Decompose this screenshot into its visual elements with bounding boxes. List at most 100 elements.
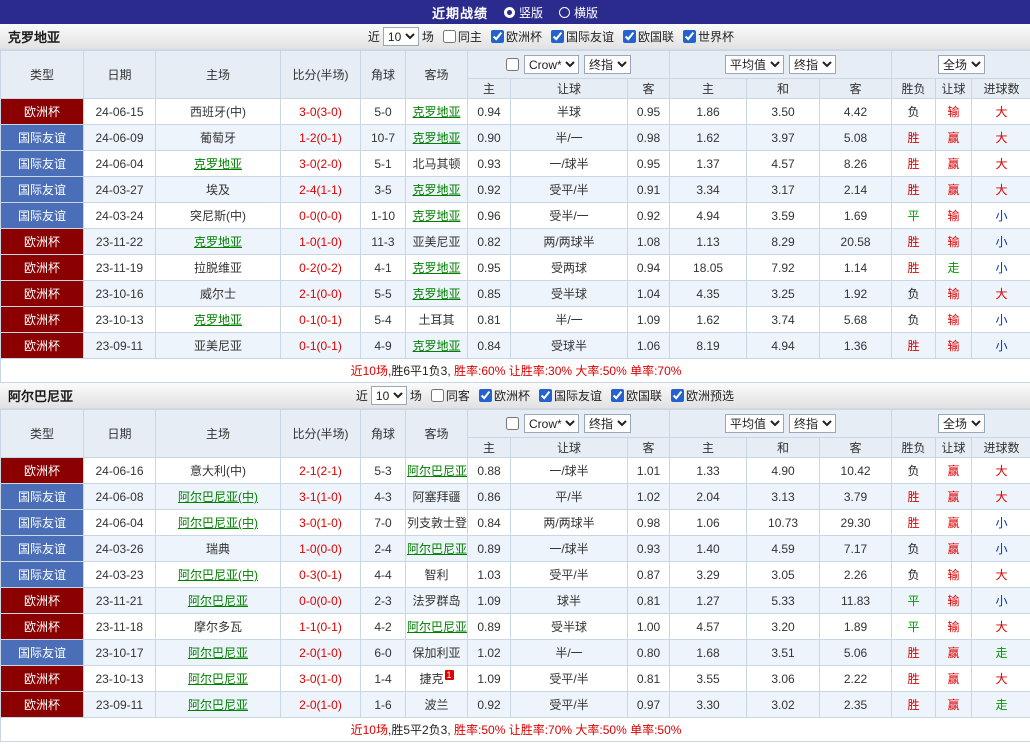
focus-team-link[interactable]: 克罗地亚 xyxy=(412,287,460,301)
result-goals: 大 xyxy=(971,98,1030,125)
matches-table: 类型 日期 主场 比分(半场) 角球 客场 Crow* 终指 平均值 终指 全场… xyxy=(0,50,1030,383)
focus-team-link[interactable]: 阿尔巴尼亚 xyxy=(407,464,467,478)
team-name: 波兰 xyxy=(424,698,449,712)
same-venue-filter[interactable]: 同客 xyxy=(430,387,470,404)
focus-team-link[interactable]: 阿尔巴尼亚 xyxy=(188,594,248,608)
competition-checkbox[interactable] xyxy=(550,30,564,43)
match-row: 欧洲杯 23-09-11 阿尔巴尼亚 2-0(1-0) 1-6 波兰 0.92 受平/半 0.9… xyxy=(0,691,1030,718)
focus-team-link[interactable]: 克罗地亚 xyxy=(412,339,460,353)
bookmaker-select[interactable]: Crow* xyxy=(524,414,580,433)
focus-team-link[interactable]: 阿尔巴尼亚(中) xyxy=(178,490,258,504)
competition-checkbox[interactable] xyxy=(610,389,624,402)
focus-team-link[interactable]: 阿尔巴尼亚(中) xyxy=(178,568,258,582)
final-odds-select[interactable]: 终指 xyxy=(584,55,632,74)
competition-checkbox[interactable] xyxy=(622,30,636,43)
average-odds-select[interactable]: 平均值 xyxy=(725,414,785,433)
competition-filter-3[interactable]: 欧洲预选 xyxy=(670,387,734,404)
recent-count-select[interactable]: 10 xyxy=(370,386,407,405)
same-venue-filter[interactable]: 同主 xyxy=(442,28,482,45)
final-odds-select-2[interactable]: 终指 xyxy=(789,55,837,74)
avg-home-odds: 4.57 xyxy=(669,613,748,640)
fulltime-select[interactable]: 全场 xyxy=(938,414,986,433)
home-team-cell: 意大利(中) xyxy=(155,457,281,484)
result-goals: 小 xyxy=(971,332,1030,359)
avg-away-odds: 1.69 xyxy=(819,202,893,229)
competition-filter-2[interactable]: 欧国联 xyxy=(622,28,674,45)
page-title: 近期战绩 xyxy=(431,5,488,21)
focus-team-link[interactable]: 克罗地亚 xyxy=(194,235,242,249)
final-odds-select-2[interactable]: 终指 xyxy=(789,414,837,433)
focus-team-link[interactable]: 克罗地亚 xyxy=(412,131,460,145)
match-date: 24-03-26 xyxy=(83,535,156,562)
average-odds-select[interactable]: 平均值 xyxy=(725,55,785,74)
sub-col-avg-home: 主 xyxy=(669,78,748,99)
result-winloss: 胜 xyxy=(891,509,937,536)
result-winloss: 负 xyxy=(891,98,937,125)
corners-cell: 4-3 xyxy=(360,483,406,510)
away-team-cell: 保加利亚 xyxy=(405,639,468,666)
bookmaker-select[interactable]: Crow* xyxy=(524,55,580,74)
competition-filter-3[interactable]: 世界杯 xyxy=(682,28,734,45)
competition-filter-2[interactable]: 欧国联 xyxy=(610,387,662,404)
competition-checkbox[interactable] xyxy=(478,389,492,402)
competition-filter-0[interactable]: 欧洲杯 xyxy=(490,28,542,45)
layout-horizontal-radio[interactable]: 横版 xyxy=(559,4,598,21)
competition-type: 国际友谊 xyxy=(0,124,84,151)
recent-count-select[interactable]: 10 xyxy=(382,27,419,46)
avg-draw-odds: 3.05 xyxy=(746,561,821,588)
bookmaker-odds-checkbox[interactable] xyxy=(506,417,520,430)
competition-filter-0[interactable]: 欧洲杯 xyxy=(478,387,530,404)
handicap-away-odds: 1.01 xyxy=(626,457,671,484)
focus-team-link[interactable]: 阿尔巴尼亚 xyxy=(188,698,248,712)
col-score: 比分(半场) xyxy=(280,409,361,458)
focus-team-link[interactable]: 克罗地亚 xyxy=(194,313,242,327)
competition-checkbox[interactable] xyxy=(490,30,504,43)
same-away-checkbox[interactable] xyxy=(430,389,444,402)
fulltime-select[interactable]: 全场 xyxy=(938,55,986,74)
col-type: 类型 xyxy=(0,50,84,99)
focus-team-link[interactable]: 阿尔巴尼亚 xyxy=(407,620,467,634)
result-handicap: 走 xyxy=(935,254,973,281)
result-handicap: 赢 xyxy=(935,124,973,151)
result-goals: 大 xyxy=(971,124,1030,151)
focus-team-link[interactable]: 阿尔巴尼亚 xyxy=(188,672,248,686)
competition-type: 欧洲杯 xyxy=(0,457,84,484)
competition-filter-1[interactable]: 国际友谊 xyxy=(538,387,602,404)
sub-col-winloss: 胜负 xyxy=(891,437,937,458)
result-handicap: 赢 xyxy=(935,535,973,562)
result-goals: 小 xyxy=(971,254,1030,281)
competition-checkbox[interactable] xyxy=(682,30,696,43)
final-odds-select[interactable]: 终指 xyxy=(584,414,632,433)
match-date: 24-06-04 xyxy=(83,509,156,536)
away-team-cell: 克罗地亚 xyxy=(405,98,468,125)
avg-home-odds: 4.35 xyxy=(669,280,748,307)
score-cell: 0-2(0-2) xyxy=(280,254,361,281)
home-team-cell: 阿尔巴尼亚 xyxy=(155,639,281,666)
focus-team-link[interactable]: 阿尔巴尼亚 xyxy=(407,542,467,556)
sub-col-away-odds: 客 xyxy=(626,78,671,99)
competition-checkbox[interactable] xyxy=(670,389,684,402)
result-winloss: 胜 xyxy=(891,176,937,203)
bookmaker-odds-checkbox[interactable] xyxy=(506,58,520,71)
same-home-checkbox[interactable] xyxy=(442,30,456,43)
focus-team-link[interactable]: 克罗地亚 xyxy=(194,157,242,171)
match-row: 欧洲杯 23-11-18 摩尔多瓦 1-1(0-1) 4-2 阿尔巴尼亚 0.89 受半球 1.… xyxy=(0,613,1030,640)
handicap-home-odds: 0.88 xyxy=(467,457,511,484)
focus-team-link[interactable]: 阿尔巴尼亚 xyxy=(188,646,248,660)
handicap-home-odds: 0.81 xyxy=(467,306,511,333)
match-date: 23-10-13 xyxy=(83,306,156,333)
avg-away-odds: 2.14 xyxy=(819,176,893,203)
layout-vertical-radio[interactable]: 竖版 xyxy=(503,4,543,21)
away-team-cell: 阿尔巴尼亚 xyxy=(405,613,468,640)
summary-row: 近10场,胜6平1负3, 胜率:60% 让胜率:30% 大率:50% 单率:70… xyxy=(0,358,1030,383)
focus-team-link[interactable]: 克罗地亚 xyxy=(412,183,460,197)
competition-checkbox[interactable] xyxy=(538,389,552,402)
avg-home-odds: 3.34 xyxy=(669,176,748,203)
focus-team-link[interactable]: 阿尔巴尼亚(中) xyxy=(178,516,258,530)
summary-segment: 大率:50% xyxy=(572,364,627,378)
focus-team-link[interactable]: 克罗地亚 xyxy=(412,209,460,223)
match-date: 23-11-19 xyxy=(83,254,156,281)
focus-team-link[interactable]: 克罗地亚 xyxy=(412,261,460,275)
focus-team-link[interactable]: 克罗地亚 xyxy=(412,105,460,119)
competition-filter-1[interactable]: 国际友谊 xyxy=(550,28,614,45)
